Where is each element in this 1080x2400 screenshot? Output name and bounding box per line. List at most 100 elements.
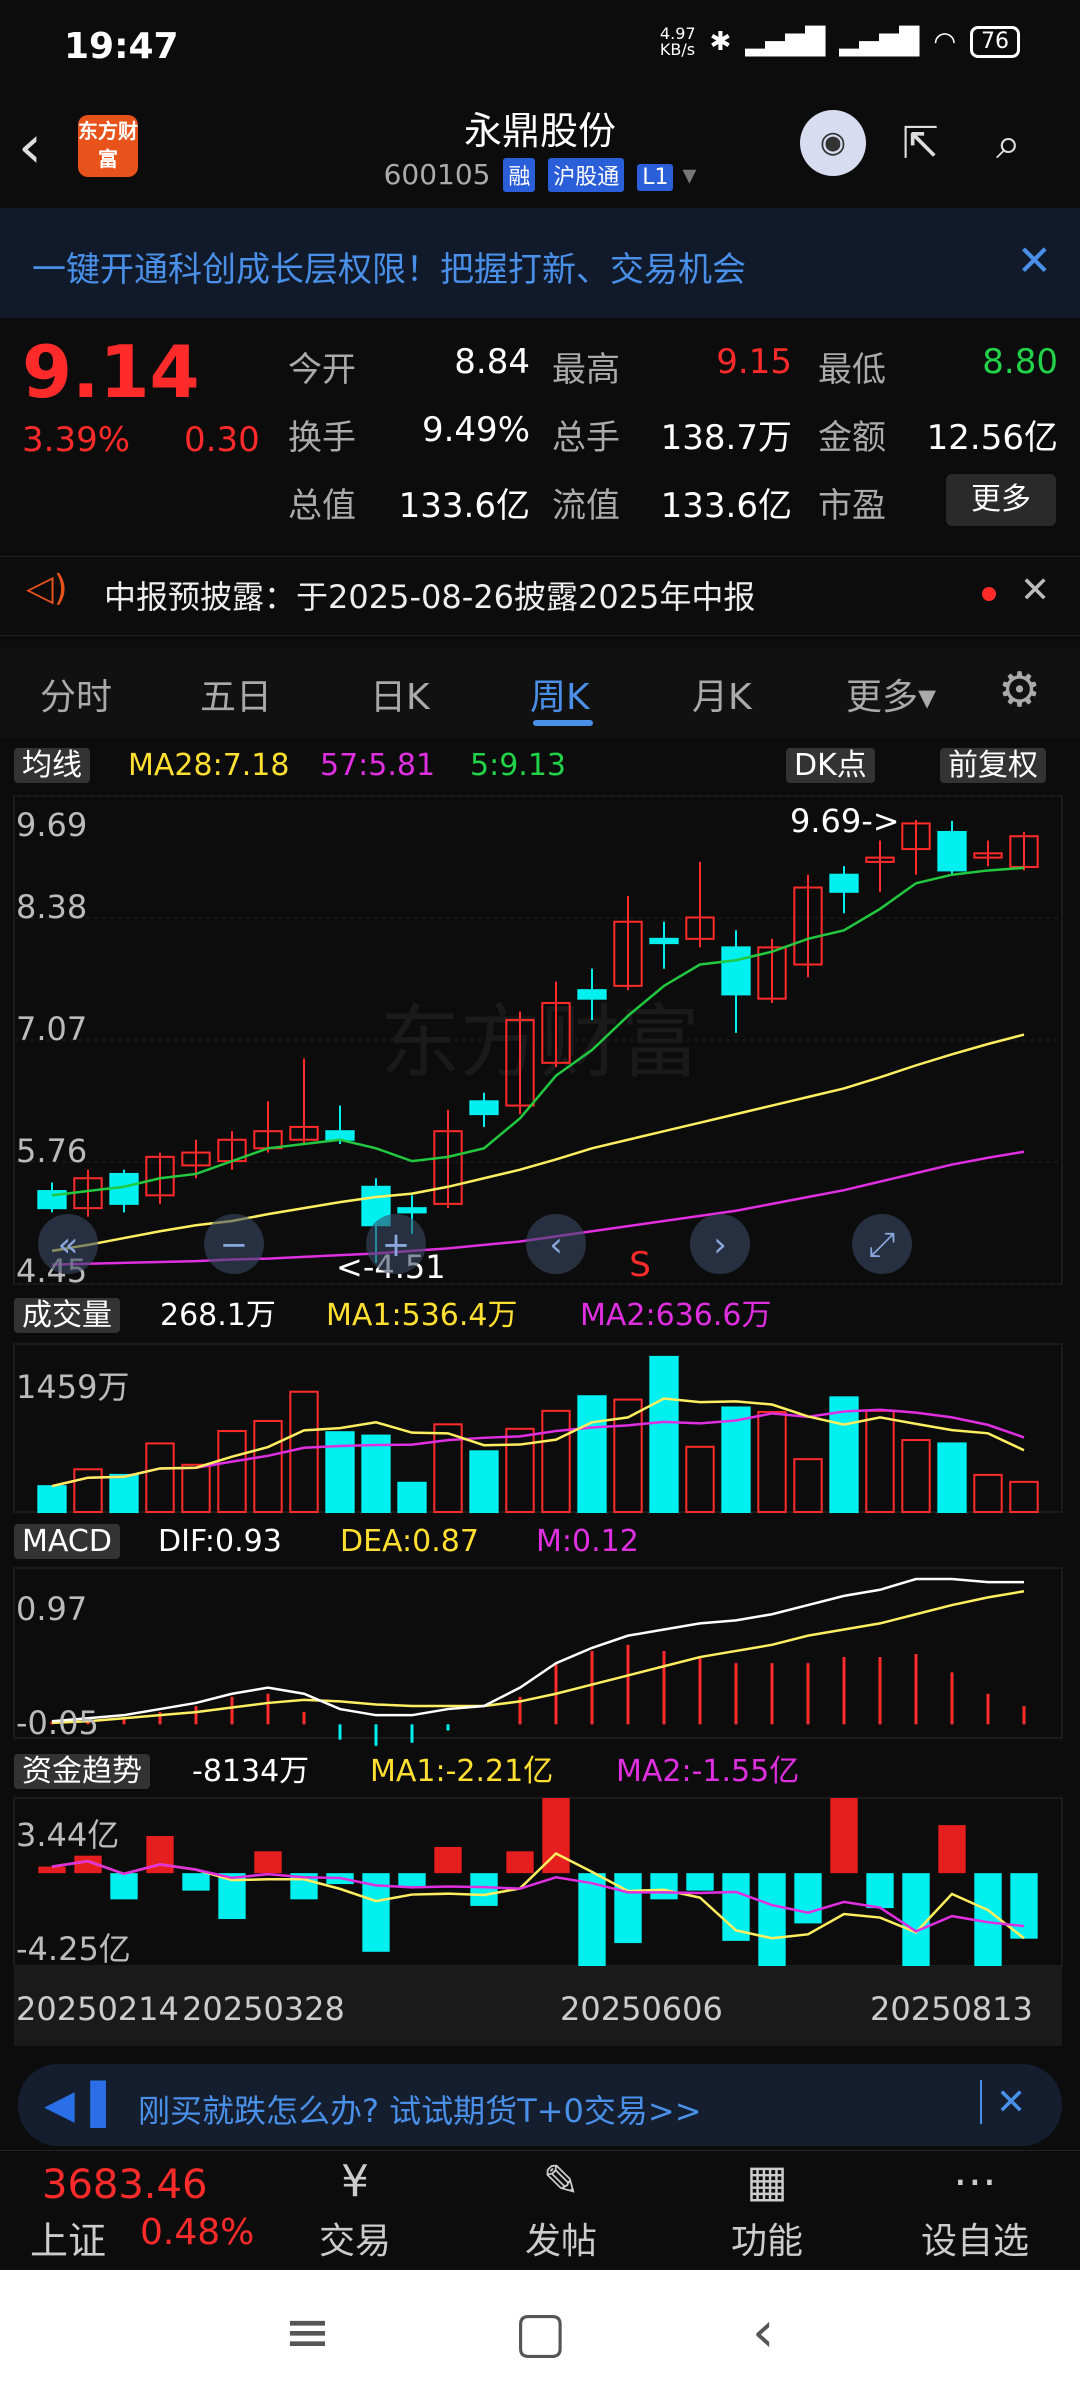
volume-bar [757,1410,787,1513]
volume-bar [109,1473,139,1514]
nav-watchlist[interactable]: ⋯ 设自选 [900,2152,1050,2264]
volume-bar [289,1390,319,1513]
expand-icon-glyph: ⤢ [868,1225,895,1265]
chart-canvas[interactable]: 东方财富9.698.387.075.764.459.69-><-4.51«−+‹… [0,0,1080,2060]
volume-ma2-line [51,1408,1025,1488]
fund-bar [506,1851,534,1874]
kline-y-label: 5.76 [16,1132,87,1170]
candle-body [325,1130,355,1141]
candle-body [829,873,859,893]
candle-body [937,830,967,872]
futures-ad-text[interactable]: 刚买就跌怎么办? 试试期货T+0交易>> [138,2086,702,2132]
fund-bar [470,1873,498,1906]
nav-function[interactable]: ▦ 功能 [692,2152,842,2264]
volume-panel [13,1343,1063,1513]
macd-dif-line [51,1577,1024,1723]
volume-bar [217,1430,247,1514]
macd-dropdown[interactable]: MACD [14,1524,120,1559]
fund-bar [398,1873,426,1887]
volume-bar [685,1445,715,1514]
fund-bar [686,1873,714,1891]
nav-post[interactable]: ✎ 发帖 [486,2152,636,2264]
back-nav-icon[interactable]: ‹ [752,2300,774,2365]
fund-bar [650,1873,678,1900]
macd-y-bot: -0.05 [16,1704,99,1742]
candle-body [577,989,607,1000]
high-marker: 9.69-> [790,802,900,840]
index-value[interactable]: 3683.46 [42,2162,207,2208]
more-dots-icon: ⋯ [953,2156,997,2207]
date-label: 20250328 [182,1990,345,2028]
date-label: 20250214 [16,1990,179,2028]
candle-body [469,1100,499,1116]
fund-bar [578,1873,606,1966]
volume-bar [73,1468,103,1513]
macd-select[interactable]: MACD [14,1522,120,1562]
fund-bar [38,1866,66,1874]
volume-bar [649,1355,679,1513]
kline-y-label: 8.38 [16,888,87,926]
s-marker: S [629,1245,651,1285]
macd-y-top: 0.97 [16,1590,87,1628]
volume-bar [505,1427,535,1513]
fund-y-bot: -4.25亿 [16,1930,131,1968]
kline-y-label: 9.69 [16,806,87,844]
volume-bar [397,1481,427,1514]
fund-bar [902,1873,930,1966]
fund-y-top: 3.44亿 [16,1816,119,1854]
volume-ma1: MA1:536.4万 [326,1298,518,1333]
fund-bar [794,1873,822,1924]
fund-ma2: MA2:-1.55亿 [616,1754,800,1789]
nav-function-label: 功能 [730,2221,803,2262]
candle-body [721,946,751,996]
candle-body [649,937,679,945]
prev-icon-glyph: ‹ [549,1225,563,1265]
volume-bar [1009,1480,1039,1513]
next-icon-glyph: › [713,1225,727,1265]
macd-dif: DIF:0.93 [158,1524,282,1559]
volume-bar [469,1450,499,1514]
fund-bar [182,1873,210,1891]
fund-bar [434,1846,462,1874]
menu-icon[interactable]: ≡ [284,2300,331,2365]
volume-value: 268.1万 [160,1298,276,1333]
fund-dropdown[interactable]: 资金趋势 [14,1754,150,1789]
index-name[interactable]: 上证 [30,2210,106,2265]
volume-ma2: MA2:636.6万 [580,1298,772,1333]
fund-value: -8134万 [192,1754,310,1789]
fund-bar [614,1873,642,1944]
volume-bar [181,1463,211,1513]
candle-body [397,1207,427,1214]
fund-bar [938,1825,966,1874]
volume-bar [973,1473,1003,1514]
volume-bar [361,1434,391,1513]
macd-m: M:0.12 [536,1524,639,1559]
volume-dropdown[interactable]: 成交量 [14,1298,120,1333]
macd-panel [13,1567,1063,1739]
volume-bar [577,1395,607,1513]
volume-bar [37,1485,67,1514]
grid-icon: ▦ [746,2156,788,2207]
volume-bar [145,1442,175,1514]
index-pct[interactable]: 0.48% [140,2212,254,2253]
volume-bar [829,1396,859,1513]
volume-bar [901,1439,931,1513]
close-icon[interactable]: ✕ [996,2082,1026,2123]
kline-y-label: 7.07 [16,1010,87,1048]
nav-trade-label: 交易 [318,2221,391,2262]
watermark: 东方财富 [380,996,700,1089]
volume-bar [325,1431,355,1513]
nav-post-label: 发帖 [524,2221,597,2262]
nav-trade[interactable]: ¥ 交易 [280,2152,430,2264]
fund-bar [830,1798,858,1874]
fund-select[interactable]: 资金趋势 [14,1752,150,1792]
fund-bar [110,1873,138,1900]
macd-dea: DEA:0.87 [340,1524,479,1559]
volume-bar [865,1409,895,1514]
divider [980,2080,982,2124]
fund-bar [758,1873,786,1966]
volume-bar [793,1458,823,1514]
fund-bar [254,1851,282,1874]
volume-select[interactable]: 成交量 [14,1296,120,1336]
home-icon[interactable]: ▢ [514,2300,567,2365]
